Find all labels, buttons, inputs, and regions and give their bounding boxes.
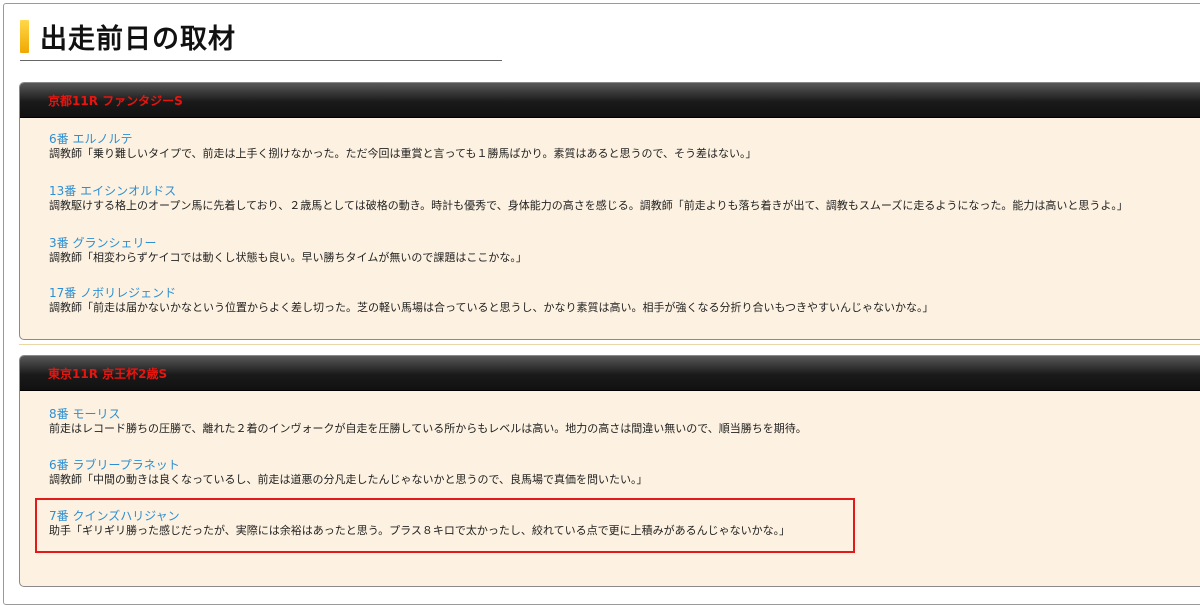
horse-comment: 調教駆けする格上のオープン馬に先着しており、２歳馬としては破格の動き。時計も優秀… <box>49 199 1128 212</box>
horse-name-link[interactable]: 6番 エルノルテ <box>49 132 757 146</box>
highlight-box <box>35 498 855 553</box>
horse-comment: 調教師「相変わらずケイコでは動くし状態も良い。早い勝ちタイムが無いので課題はここ… <box>49 251 527 264</box>
page-title: 出走前日の取材 <box>40 24 236 55</box>
heading-accent-bar <box>20 20 29 53</box>
horse-name-link[interactable]: 6番 ラブリープラネット <box>49 458 648 472</box>
race-title: 東京11R 京王杯2歳S <box>48 367 168 381</box>
horse-entry: 6番 エルノルテ 調教師「乗り難しいタイプで、前走は上手く捌けなかった。ただ今回… <box>49 132 757 161</box>
race-header: 京都11R ファンタジーS <box>20 83 1200 118</box>
horse-name-link[interactable]: 13番 エイシンオルドス <box>49 184 1128 198</box>
race-header: 東京11R 京王杯2歳S <box>20 356 1200 391</box>
horse-entry: 6番 ラブリープラネット 調教師「中間の動きは良くなっているし、前走は道悪の分凡… <box>49 458 648 487</box>
horse-entry: 13番 エイシンオルドス 調教駆けする格上のオープン馬に先着しており、２歳馬とし… <box>49 184 1128 213</box>
horse-name-link[interactable]: 3番 グランシェリー <box>49 236 527 250</box>
section-divider <box>19 344 1200 345</box>
horse-comment: 調教師「中間の動きは良くなっているし、前走は道悪の分凡走したんじゃないかと思うの… <box>49 473 648 486</box>
horse-comment: 調教師「前走は届かないかなという位置からよく差し切った。芝の軽い馬場は合っている… <box>49 301 934 314</box>
race-panel-kyoto: 京都11R ファンタジーS 6番 エルノルテ 調教師「乗り難しいタイプで、前走は… <box>19 82 1200 340</box>
horse-entry: 17番 ノボリレジェンド 調教師「前走は届かないかなという位置からよく差し切った… <box>49 286 934 315</box>
horse-entry: 8番 モーリス 前走はレコード勝ちの圧勝で、離れた２着のインヴォークが自走を圧勝… <box>49 407 807 436</box>
horse-entry: 3番 グランシェリー 調教師「相変わらずケイコでは動くし状態も良い。早い勝ちタイ… <box>49 236 527 265</box>
section-heading: 出走前日の取材 <box>20 14 502 61</box>
horse-comment: 調教師「乗り難しいタイプで、前走は上手く捌けなかった。ただ今回は重賞と言っても１… <box>49 147 757 160</box>
race-title: 京都11R ファンタジーS <box>48 94 183 108</box>
horse-comment: 前走はレコード勝ちの圧勝で、離れた２着のインヴォークが自走を圧勝している所からも… <box>49 422 807 435</box>
horse-name-link[interactable]: 8番 モーリス <box>49 407 807 421</box>
horse-name-link[interactable]: 17番 ノボリレジェンド <box>49 286 934 300</box>
